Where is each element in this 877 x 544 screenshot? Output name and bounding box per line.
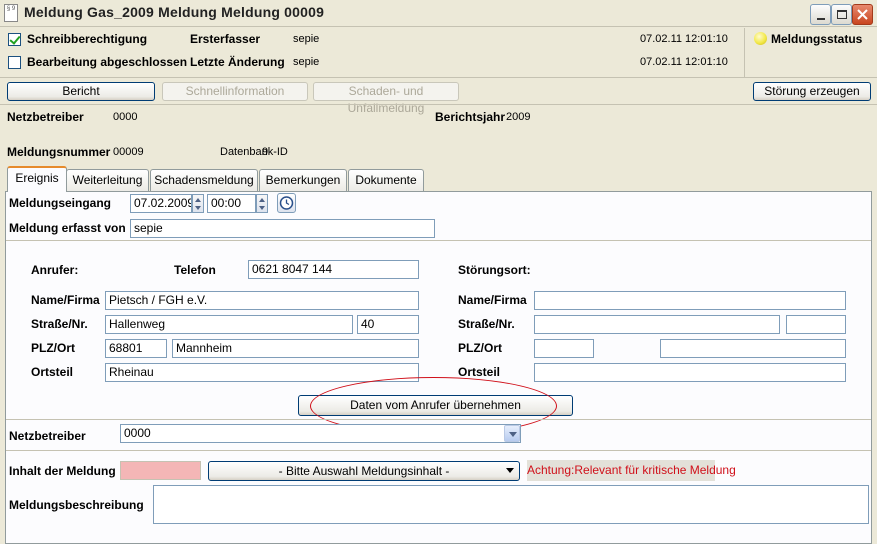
berichtsjahr-value: 2009 [506,111,531,123]
stoerungsort-ortsteil-input[interactable] [534,363,846,382]
meldungsnummer-label: Meldungsnummer [7,145,111,159]
date-spinner[interactable] [192,194,204,213]
ersterfasser-label: Ersterfasser [190,32,261,46]
telefon-label: Telefon [174,263,216,277]
anrufer-plz-ort-label: PLZ/Ort [31,341,75,355]
minimize-icon [816,17,825,20]
netzbetreiber-info-label: Netzbetreiber [7,110,84,124]
telefon-input[interactable]: 0621 8047 144 [248,260,419,279]
anrufer-name-firma-label: Name/Firma [31,293,100,307]
clock-icon [279,196,294,210]
stoerungsort-ortsteil-label: Ortsteil [458,365,501,379]
stoerung-erzeugen-button[interactable]: Störung erzeugen [753,82,871,101]
beschreibung-textarea[interactable] [153,485,869,524]
inhalt-label: Inhalt der Meldung [9,464,116,478]
tab-schadensmeldung[interactable]: Schadensmeldung [150,169,258,191]
ersterfasser-value: sepie [293,33,320,45]
erfasst-von-input[interactable]: sepie [130,219,435,238]
berichtsjahr-label: Berichtsjahr [435,110,506,124]
app-icon: § 9 [4,4,18,22]
daten-uebernehmen-button[interactable]: Daten vom Anrufer übernehmen [298,395,573,416]
meldungsnummer-value: 00009 [113,146,144,158]
status-light-icon [754,32,767,45]
stoerungsort-label: Störungsort: [458,263,531,277]
meldungsstatus-label: Meldungsstatus [771,32,863,46]
tab-ereignis[interactable]: Ereignis [7,166,67,192]
panel-separator-1 [6,240,871,241]
stoerungsort-strasse-label: Straße/Nr. [458,317,515,331]
time-spinner[interactable] [256,194,268,213]
inhalt-code-field[interactable] [120,461,201,480]
anrufer-plz-input[interactable]: 68801 [105,339,167,358]
stoerungsort-ort-input[interactable] [660,339,846,358]
header-divider [744,28,745,78]
anrufer-ort-input[interactable]: Mannheim [172,339,419,358]
stoerungsort-name-firma-label: Name/Firma [458,293,527,307]
tab-dokumente[interactable]: Dokumente [348,169,424,191]
header-separator [0,77,877,78]
meldungseingang-label: Meldungseingang [9,196,111,210]
title-bar: § 9 Meldung Gas_2009 Meldung Meldung 000… [0,0,877,27]
maximize-icon [836,10,847,19]
tab-bemerkungen[interactable]: Bemerkungen [259,169,347,191]
maximize-button[interactable] [831,4,852,25]
schreibberechtigung-checkbox[interactable] [8,33,21,46]
clock-button[interactable] [277,193,296,213]
bearbeitung-abgeschlossen-checkbox[interactable] [8,56,21,69]
stoerungsort-strasse-input[interactable] [534,315,780,334]
anrufer-strasse-input[interactable]: Hallenweg [105,315,353,334]
bericht-button[interactable]: Bericht [7,82,155,101]
ersterfasser-time: 07.02.11 12:01:10 [640,33,728,45]
anrufer-label: Anrufer: [31,263,79,277]
toolbar-separator [0,104,877,105]
datenbank-id-value: 9 [262,146,269,158]
close-button[interactable] [852,4,873,25]
stoerungsort-plz-input[interactable] [534,339,594,358]
anrufer-strasse-label: Straße/Nr. [31,317,88,331]
netzbetreiber-label: Netzbetreiber [9,429,86,443]
meldungseingang-date-input[interactable]: 07.02.2009 [130,194,192,213]
stoerungsort-hausnr-input[interactable] [786,315,846,334]
close-icon [857,9,868,20]
erfasst-von-label: Meldung erfasst von [9,221,126,235]
chevron-down-icon [506,468,514,473]
meldungsinhalt-select[interactable]: - Bitte Auswahl Meldungsinhalt - [208,461,520,481]
netzbetreiber-dropdown-arrow[interactable] [504,425,520,442]
panel-separator-2 [6,419,871,420]
anrufer-name-firma-input[interactable]: Pietsch / FGH e.V. [105,291,419,310]
anrufer-hausnr-input[interactable]: 40 [357,315,419,334]
netzbetreiber-select[interactable]: 0000 [120,424,521,443]
netzbetreiber-info-value: 0000 [113,111,138,123]
datenbank-id-label: Datenbank-ID [220,146,288,158]
anrufer-ortsteil-input[interactable]: Rheinau [105,363,419,382]
panel-separator-3 [6,450,871,451]
minimize-button[interactable] [810,4,831,25]
schreibberechtigung-label: Schreibberechtigung [27,32,148,46]
bearbeitung-abgeschlossen-label: Bearbeitung abgeschlossen [27,55,188,69]
letzte-aenderung-value: sepie [293,56,320,68]
window-title: Meldung Gas_2009 Meldung Meldung 00009 [24,4,325,20]
schaden-unfallmeldung-button[interactable]: Schaden- und Unfallmeldung [313,82,459,115]
anrufer-ortsteil-label: Ortsteil [31,365,74,379]
meldungsinhalt-select-label: - Bitte Auswahl Meldungsinhalt - [278,464,450,478]
meldungseingang-time-input[interactable]: 00:00 [207,194,256,213]
stoerungsort-plz-ort-label: PLZ/Ort [458,341,502,355]
letzte-aenderung-label: Letzte Änderung [190,55,285,69]
kritische-meldung-warning: Achtung:Relevant für kritische Meldung [527,460,736,481]
beschreibung-label: Meldungsbeschreibung [9,498,144,512]
tab-weiterleitung[interactable]: Weiterleitung [66,169,149,191]
schnellinformation-button[interactable]: Schnellinformation [162,82,308,101]
stoerungsort-name-firma-input[interactable] [534,291,846,310]
letzte-aenderung-time: 07.02.11 12:01:10 [640,56,728,68]
